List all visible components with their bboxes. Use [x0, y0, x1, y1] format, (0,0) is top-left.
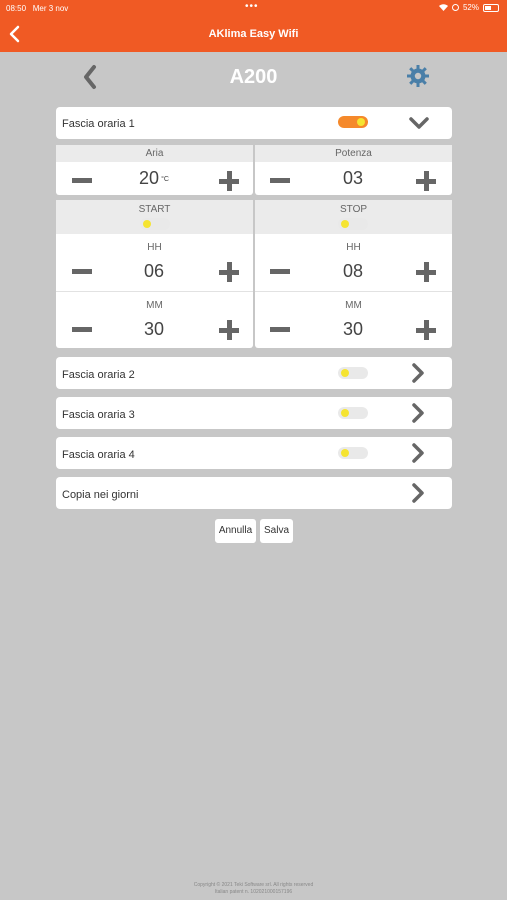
start-panel: START HH 06 MM 30 [56, 200, 253, 348]
aria-unit: °C [161, 175, 169, 183]
chevron-right-icon[interactable] [410, 402, 426, 424]
chevron-right-icon[interactable] [410, 482, 426, 504]
band-3-row[interactable]: Fascia oraria 3 [56, 397, 452, 429]
potenza-value: 03 [342, 168, 364, 188]
copyright-footer: Copyright © 2021 Teki Software srl. All … [0, 882, 507, 896]
save-button[interactable]: Salva [260, 519, 293, 543]
stop-hh-value: 08 [342, 261, 364, 281]
aria-plus-button[interactable] [219, 171, 239, 191]
band-1-label: Fascia oraria 1 [62, 118, 135, 130]
stop-label: STOP [339, 204, 368, 215]
band-3-label: Fascia oraria 3 [62, 409, 135, 421]
stop-mm-label: MM [345, 300, 362, 311]
start-toggle[interactable] [140, 218, 170, 230]
start-hh-plus-button[interactable] [219, 262, 239, 282]
divider [255, 291, 452, 292]
potenza-minus-button[interactable] [270, 178, 290, 183]
gear-icon[interactable] [406, 64, 430, 88]
status-date: Mer 3 nov [32, 4, 69, 13]
chevron-down-icon[interactable] [408, 115, 430, 131]
device-header: A200 [0, 60, 507, 94]
aria-minus-button[interactable] [72, 178, 92, 183]
chevron-right-icon[interactable] [410, 362, 426, 384]
status-bar: 08:50 Mer 3 nov ••• 52% [0, 0, 507, 16]
status-time: 08:50 [6, 4, 27, 13]
toggle-knob [357, 118, 365, 126]
multitask-dots-icon[interactable]: ••• [245, 1, 259, 12]
start-hh-value: 06 [143, 261, 165, 281]
start-hh-label: HH [147, 242, 162, 253]
copy-days-row[interactable]: Copia nei giorni [56, 477, 452, 509]
start-mm-minus-button[interactable] [72, 327, 92, 332]
band-4-row[interactable]: Fascia oraria 4 [56, 437, 452, 469]
start-label: START [138, 204, 171, 215]
start-mm-label: MM [146, 300, 163, 311]
stop-toggle[interactable] [338, 218, 368, 230]
stop-panel: STOP HH 08 MM 30 [255, 200, 452, 348]
divider [56, 291, 253, 292]
potenza-plus-button[interactable] [416, 171, 436, 191]
band-3-toggle[interactable] [338, 407, 368, 419]
start-hh-minus-button[interactable] [72, 269, 92, 274]
aria-panel: Aria 20 °C [56, 145, 253, 195]
copyright-text: Copyright © 2021 Teki Software srl. All … [193, 882, 314, 888]
battery-icon [483, 3, 499, 12]
toggle-knob [341, 220, 349, 228]
stop-hh-label: HH [346, 242, 361, 253]
aria-value: 20 [139, 168, 160, 188]
device-name: A200 [229, 66, 278, 88]
band-4-toggle[interactable] [338, 447, 368, 459]
potenza-panel: Potenza 03 [255, 145, 452, 195]
band-1-row[interactable]: Fascia oraria 1 [56, 107, 452, 139]
toggle-knob [341, 449, 349, 457]
potenza-label: Potenza [255, 145, 452, 162]
copy-days-label: Copia nei giorni [62, 489, 139, 501]
band-2-toggle[interactable] [338, 367, 368, 379]
patent-text: Italian patent n. 102021000157196 [214, 889, 293, 895]
stop-hh-plus-button[interactable] [416, 262, 436, 282]
band-1-toggle[interactable] [338, 116, 368, 128]
stop-hh-minus-button[interactable] [270, 269, 290, 274]
toggle-knob [341, 409, 349, 417]
stop-mm-minus-button[interactable] [270, 327, 290, 332]
start-mm-value: 30 [143, 319, 165, 339]
lock-rotation-icon [451, 4, 459, 11]
toggle-knob [341, 369, 349, 377]
chevron-right-icon[interactable] [410, 442, 426, 464]
aria-label: Aria [56, 145, 253, 162]
battery-percentage: 52% [462, 3, 479, 12]
stop-mm-plus-button[interactable] [416, 320, 436, 340]
band-2-label: Fascia oraria 2 [62, 369, 135, 381]
band-4-label: Fascia oraria 4 [62, 449, 135, 461]
app-header: 08:50 Mer 3 nov ••• 52% AKlima Easy Wifi [0, 0, 507, 52]
toggle-knob [143, 220, 151, 228]
band-2-row[interactable]: Fascia oraria 2 [56, 357, 452, 389]
app-title: AKlima Easy Wifi [208, 28, 299, 40]
start-mm-plus-button[interactable] [219, 320, 239, 340]
cancel-button[interactable]: Annulla [215, 519, 256, 543]
stop-mm-value: 30 [342, 319, 364, 339]
wifi-icon [438, 4, 448, 11]
